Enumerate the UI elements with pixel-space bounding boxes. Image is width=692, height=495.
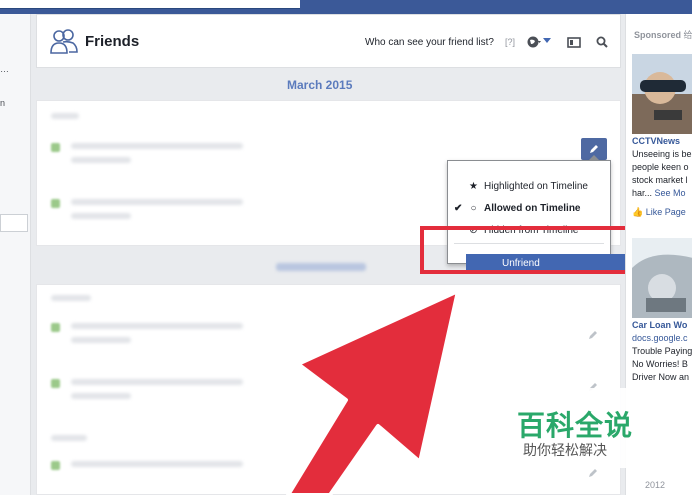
friends-icon	[50, 29, 78, 54]
page-title: Friends	[85, 33, 140, 50]
menu-item-label: Allowed on Timeline	[484, 203, 581, 214]
ad-text: Trouble Paying	[632, 346, 692, 356]
ad-text: No Worries! B	[632, 359, 688, 369]
watermark-title: 百科全说	[517, 410, 634, 441]
ad-image[interactable]	[632, 238, 692, 318]
search-icon[interactable]	[593, 33, 611, 51]
facebook-top-bar	[0, 0, 692, 14]
check-icon: ✔	[454, 203, 463, 214]
circle-icon: ○	[470, 203, 477, 214]
thumbs-up-icon: 👍	[632, 207, 644, 217]
blurred-text	[71, 393, 131, 399]
ad-text: stock market l	[632, 175, 688, 185]
privacy-question: Who can see your friend list?	[365, 37, 494, 48]
see-more-link[interactable]: See Mo	[655, 188, 686, 198]
ad-text: Driver Now an	[632, 372, 690, 382]
blurred-text	[71, 157, 131, 163]
ad-title[interactable]: Car Loan Wo	[632, 320, 687, 330]
blurred-text	[51, 113, 79, 119]
friend-avatar	[51, 379, 60, 388]
watermark: 百科全说 助你轻松解决	[497, 388, 667, 468]
friends-header: Friends Who can see your friend list? [?…	[36, 14, 621, 68]
month-label: March 2015	[287, 78, 353, 92]
menu-caret	[588, 155, 600, 161]
blurred-text	[71, 213, 131, 219]
blurred-text	[51, 295, 91, 301]
left-sidebar-box[interactable]	[0, 214, 28, 232]
ad-domain[interactable]: docs.google.c	[632, 333, 688, 343]
blurred-text	[71, 143, 243, 149]
blurred-text	[71, 379, 243, 385]
like-page-button[interactable]: 👍 Like Page	[632, 207, 686, 218]
blurred-month	[276, 263, 366, 271]
blurred-text	[71, 337, 131, 343]
ad-title[interactable]: CCTVNews	[632, 136, 680, 146]
help-link[interactable]: [?]	[505, 37, 515, 47]
friend-avatar	[51, 143, 60, 152]
sponsored-label: Sponsored 给	[634, 30, 692, 40]
ad-text: people keen o	[632, 162, 689, 172]
manage-icon[interactable]	[565, 33, 583, 51]
blurred-text	[71, 323, 243, 329]
left-sidebar: … n	[0, 14, 31, 495]
menu-item-label: Highlighted on Timeline	[484, 181, 588, 192]
watermark-subtitle: 助你轻松解决	[523, 442, 607, 458]
blurred-text	[71, 461, 243, 467]
chevron-down-icon[interactable]	[543, 38, 551, 43]
friend-avatar	[51, 199, 60, 208]
ad-image[interactable]	[632, 54, 692, 134]
star-icon: ★	[469, 181, 478, 192]
pencil-icon[interactable]	[587, 329, 599, 341]
globe-icon[interactable]	[527, 35, 541, 49]
menu-item-allowed[interactable]: ✔ ○ Allowed on Timeline	[448, 199, 610, 219]
friend-avatar	[51, 461, 60, 470]
pencil-icon	[590, 145, 598, 153]
pencil-icon[interactable]	[587, 467, 599, 479]
left-sidebar-text: …	[0, 64, 9, 74]
blurred-text	[71, 199, 243, 205]
menu-item-highlighted[interactable]: ★ Highlighted on Timeline	[448, 177, 610, 197]
left-sidebar-text: n	[0, 98, 6, 108]
friend-avatar	[51, 323, 60, 332]
ad-text: har... See Mo	[632, 188, 686, 198]
blurred-text	[51, 435, 87, 441]
highlight-box	[420, 226, 630, 274]
ad-text: Unseeing is be	[632, 149, 692, 159]
year-marker[interactable]: 2012	[645, 480, 665, 490]
search-bar[interactable]	[0, 0, 300, 9]
